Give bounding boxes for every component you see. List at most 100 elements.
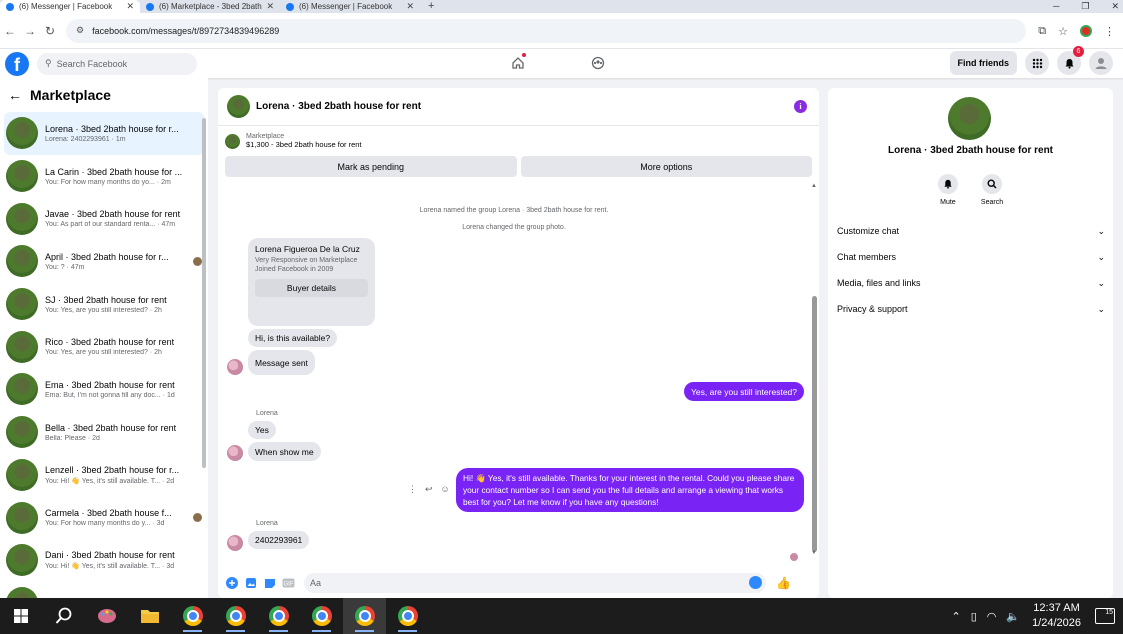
chrome-profile-6-icon[interactable] [386, 598, 429, 634]
bookmark-star-icon[interactable]: ☆ [1058, 25, 1068, 38]
conversation-item[interactable]: Bella · 3bed 2bath house for rent Bella: … [0, 411, 208, 454]
mute-button[interactable]: Mute [937, 174, 958, 206]
conversation-item[interactable]: Carmela · 3bed 2bath house f... You: For … [0, 496, 208, 539]
sidebar-scrollbar[interactable] [202, 118, 206, 468]
install-app-icon[interactable]: ⧉ [1038, 25, 1046, 38]
emoji-icon[interactable] [749, 576, 762, 589]
back-icon[interactable]: ← [0, 24, 20, 38]
chat-avatar[interactable] [227, 95, 250, 118]
more-options-button[interactable]: More options [520, 156, 812, 177]
find-friends-button[interactable]: Find friends [949, 51, 1017, 75]
conversation-preview: You: For how many months do y... · 3d [45, 520, 165, 528]
message-input[interactable]: Aa [304, 573, 766, 593]
conversation-item[interactable]: Javae · 3bed 2bath house for rent You: As… [0, 197, 208, 240]
more-icon[interactable]: ⋮ [408, 484, 417, 495]
notifications-bell-icon[interactable]: 6 [1057, 46, 1084, 75]
buyer-details-button[interactable]: Buyer details [255, 279, 368, 297]
photo-icon[interactable] [244, 576, 258, 590]
search-icon[interactable] [42, 598, 85, 634]
home-icon[interactable] [508, 53, 528, 73]
conversation-item[interactable]: Isa · 3bed 2bath house for rent [0, 582, 208, 598]
conversation-preview: You: Yes, are you still interested? · 2h [45, 349, 162, 357]
conversation-item[interactable]: Dani · 3bed 2bath house for rent You: Hi!… [0, 539, 208, 582]
reload-icon[interactable]: ↻ [40, 24, 60, 38]
conversation-title: Rico · 3bed 2bath house for rent [45, 337, 175, 348]
conversation-item[interactable]: Rico · 3bed 2bath house for rent You: Yes… [0, 325, 208, 368]
chrome-profile-4-icon[interactable] [300, 598, 343, 634]
menu-grid-icon[interactable] [1025, 51, 1049, 75]
browser-tab-messenger[interactable]: (6) Messenger | Facebook ✕ [0, 0, 140, 13]
thumbs-up-icon[interactable]: 👍 [776, 576, 791, 590]
url-field[interactable]: ⚙ facebook.com/messages/t/89727348394962… [66, 18, 1026, 43]
chrome-profile-1-icon[interactable] [171, 598, 214, 634]
chat-scroll-thumb[interactable] [812, 296, 817, 552]
media-files-links-section[interactable]: Media, files and links ⌄ [837, 276, 1105, 290]
paint-app-icon[interactable] [85, 598, 128, 634]
browser-tab-marketplace[interactable]: (6) Marketplace - 3bed 2bath h ✕ [140, 0, 280, 13]
account-avatar[interactable] [1089, 51, 1113, 75]
back-arrow-icon[interactable]: ← [8, 87, 22, 103]
marketplace-conversation-list: ← Marketplace Lorena · 3bed 2bath house … [0, 78, 208, 598]
conversation-preview: Ema: But, I'm not gonna fill any doc... … [45, 391, 175, 399]
facebook-search-input[interactable]: ⚲ Search Facebook [37, 52, 197, 75]
chrome-profile-2-icon[interactable] [214, 598, 257, 634]
conversation-item[interactable]: Ema · 3bed 2bath house for rent Ema: But,… [0, 368, 208, 411]
groups-icon[interactable] [588, 53, 608, 73]
marketplace-listing-bar[interactable]: Marketplace $1,300 - 3bed 2bath house fo… [218, 126, 819, 156]
chevron-up-icon[interactable]: ⌃ [951, 610, 960, 623]
group-actions: Mute Search [828, 174, 1113, 206]
forward-icon[interactable]: → [20, 24, 40, 38]
conversation-avatar [6, 330, 38, 363]
browser-tab-messenger-2[interactable]: (6) Messenger | Facebook ✕ [280, 0, 420, 13]
notification-center-icon[interactable]: 15 [1095, 608, 1115, 624]
browser-menu-icon[interactable]: ⋮ [1104, 25, 1115, 38]
close-tab-icon[interactable]: ✕ [406, 1, 414, 12]
close-tab-icon[interactable]: ✕ [126, 1, 134, 12]
privacy-support-section[interactable]: Privacy & support ⌄ [837, 302, 1105, 316]
conversation-avatar [6, 288, 38, 321]
incoming-message: Hi, is this available? [248, 329, 338, 347]
scroll-down-icon[interactable]: ▼ [811, 550, 817, 556]
sender-avatar[interactable] [227, 445, 243, 461]
conversation-title: SJ · 3bed 2bath house for rent [45, 294, 167, 305]
volume-icon[interactable]: 🔈 [1006, 610, 1020, 623]
conversation-item[interactable]: La Carin · 3bed 2bath house for ... You: … [0, 155, 208, 198]
chat-scrollbar[interactable]: ▲ ▼ [811, 183, 817, 598]
sender-avatar[interactable] [227, 535, 243, 551]
plus-icon[interactable] [225, 576, 239, 590]
info-icon[interactable]: i [794, 100, 807, 113]
chat-members-section[interactable]: Chat members ⌄ [837, 250, 1105, 264]
sticker-icon[interactable] [263, 576, 277, 590]
customize-chat-section[interactable]: Customize chat ⌄ [837, 224, 1105, 238]
new-tab-button[interactable]: + [420, 0, 442, 13]
minimize-icon[interactable]: ─ [1053, 0, 1059, 13]
conversation-item[interactable]: Lorena · 3bed 2bath house for r... Lorena… [4, 112, 204, 155]
gif-icon[interactable]: GIF [282, 576, 296, 590]
close-window-icon[interactable]: ✕ [1111, 0, 1119, 13]
chevron-down-icon: ⌄ [1097, 303, 1105, 314]
device-icon[interactable]: ▯ [971, 610, 977, 623]
mark-as-pending-button[interactable]: Mark as pending [225, 156, 517, 177]
scroll-up-icon[interactable]: ▲ [811, 183, 817, 189]
site-settings-icon[interactable]: ⚙ [76, 25, 84, 36]
search-conversation-button[interactable]: Search [981, 174, 1003, 206]
facebook-logo[interactable]: f [5, 51, 29, 76]
conversation-item[interactable]: April · 3bed 2bath house for r... You: ? … [0, 240, 208, 283]
wifi-icon[interactable]: ◠ [987, 610, 997, 623]
conversation-item[interactable]: Lenzell · 3bed 2bath house for r... You: … [0, 454, 208, 497]
buyer-name: Lorena Figueroa De la Cruz [255, 244, 360, 254]
chrome-profile-5-icon[interactable] [343, 598, 386, 634]
clock[interactable]: 12:37 AM 1/24/2026 [1032, 601, 1081, 631]
windows-start-icon[interactable] [0, 598, 42, 634]
chrome-profile-3-icon[interactable] [257, 598, 300, 634]
browser-profile-icon[interactable] [1080, 25, 1092, 37]
close-tab-icon[interactable]: ✕ [266, 1, 274, 12]
sender-avatar[interactable] [227, 359, 243, 375]
restore-icon[interactable]: ❐ [1081, 0, 1089, 13]
group-photo[interactable] [948, 97, 991, 140]
reply-icon[interactable]: ↩ [425, 484, 433, 495]
conversation-item[interactable]: SJ · 3bed 2bath house for rent You: Yes, … [0, 283, 208, 326]
chat-title[interactable]: Lorena · 3bed 2bath house for rent [256, 101, 421, 112]
file-explorer-icon[interactable] [128, 598, 171, 634]
react-emoji-icon[interactable]: ☺ [441, 484, 450, 495]
